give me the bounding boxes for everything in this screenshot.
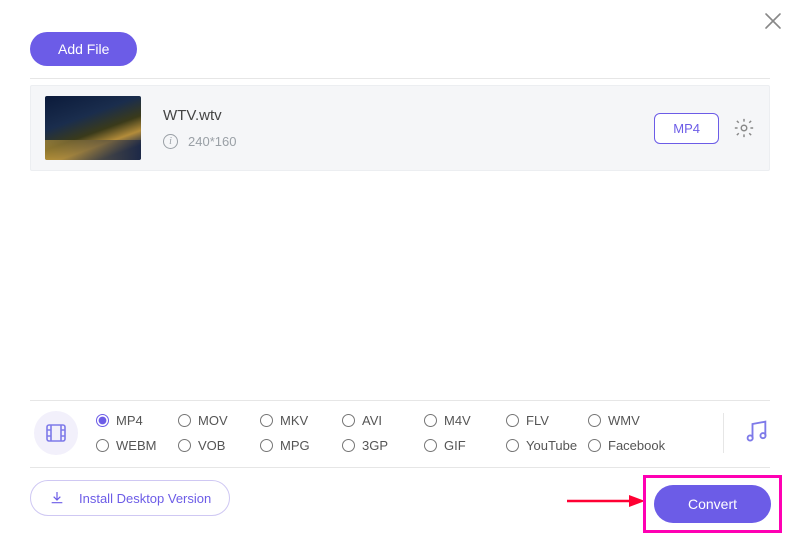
format-radio[interactable]: [178, 439, 191, 452]
format-radio[interactable]: [342, 439, 355, 452]
format-radio[interactable]: [96, 439, 109, 452]
install-desktop-button[interactable]: Install Desktop Version: [30, 480, 230, 516]
divider: [30, 78, 770, 79]
format-radio[interactable]: [588, 414, 601, 427]
format-label: 3GP: [362, 438, 388, 453]
format-option-avi[interactable]: AVI: [342, 413, 424, 428]
close-icon[interactable]: [764, 12, 782, 30]
add-file-button[interactable]: Add File: [30, 32, 137, 66]
format-option-mkv[interactable]: MKV: [260, 413, 342, 428]
format-radio[interactable]: [342, 414, 355, 427]
format-option-mov[interactable]: MOV: [178, 413, 260, 428]
format-label: M4V: [444, 413, 471, 428]
format-option-m4v[interactable]: M4V: [424, 413, 506, 428]
format-label: AVI: [362, 413, 382, 428]
format-option-flv[interactable]: FLV: [506, 413, 588, 428]
format-option-youtube[interactable]: YouTube: [506, 438, 588, 453]
format-radio[interactable]: [588, 439, 601, 452]
format-option-facebook[interactable]: Facebook: [588, 438, 670, 453]
video-formats-icon[interactable]: [34, 411, 78, 455]
format-option-vob[interactable]: VOB: [178, 438, 260, 453]
audio-formats-icon[interactable]: [742, 417, 770, 450]
format-label: VOB: [198, 438, 225, 453]
format-label: Facebook: [608, 438, 665, 453]
format-label: WEBM: [116, 438, 156, 453]
format-label: YouTube: [526, 438, 577, 453]
format-radio[interactable]: [506, 439, 519, 452]
divider: [723, 413, 724, 453]
format-radio[interactable]: [424, 439, 437, 452]
convert-button[interactable]: Convert: [654, 485, 771, 523]
file-resolution: 240*160: [188, 134, 236, 149]
format-label: MOV: [198, 413, 228, 428]
install-desktop-label: Install Desktop Version: [79, 491, 211, 506]
format-option-3gp[interactable]: 3GP: [342, 438, 424, 453]
format-option-webm[interactable]: WEBM: [96, 438, 178, 453]
format-option-gif[interactable]: GIF: [424, 438, 506, 453]
format-option-mp4[interactable]: MP4: [96, 413, 178, 428]
format-radio[interactable]: [96, 414, 109, 427]
divider: [30, 467, 770, 468]
format-label: GIF: [444, 438, 466, 453]
file-name: WTV.wtv: [163, 107, 654, 124]
format-option-mpg[interactable]: MPG: [260, 438, 342, 453]
format-radio[interactable]: [260, 414, 273, 427]
format-label: MP4: [116, 413, 143, 428]
format-radio[interactable]: [424, 414, 437, 427]
target-format-button[interactable]: MP4: [654, 113, 719, 144]
format-radio[interactable]: [506, 414, 519, 427]
format-radio[interactable]: [178, 414, 191, 427]
gear-icon[interactable]: [733, 117, 755, 139]
format-label: FLV: [526, 413, 549, 428]
convert-highlight: Convert: [643, 475, 782, 533]
download-icon: [49, 490, 65, 506]
file-thumbnail: [45, 96, 141, 160]
format-grid: MP4 MOV MKV AVI M4V FLV WMV WEBM VOB MPG 3GP GIF You…: [96, 413, 717, 453]
format-label: MPG: [280, 438, 310, 453]
format-label: WMV: [608, 413, 640, 428]
format-radio[interactable]: [260, 439, 273, 452]
file-row: WTV.wtv i 240*160 MP4: [30, 85, 770, 171]
format-option-wmv[interactable]: WMV: [588, 413, 670, 428]
arrow-annotation: [565, 493, 645, 509]
format-label: MKV: [280, 413, 308, 428]
info-icon: i: [163, 134, 178, 149]
